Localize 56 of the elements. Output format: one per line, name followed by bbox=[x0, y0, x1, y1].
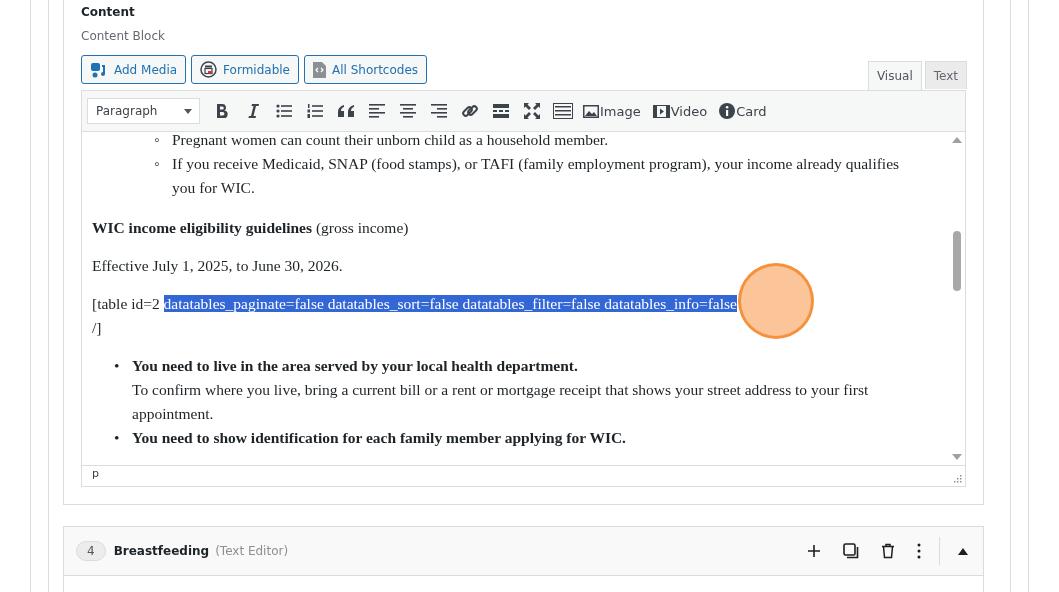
film-icon bbox=[652, 104, 670, 118]
format-dropdown[interactable]: Paragraph bbox=[87, 98, 200, 124]
paragraph: WIC income eligibility guidelines (gross income) bbox=[92, 218, 410, 238]
field-label: Content bbox=[81, 4, 136, 20]
list-item-text: To confirm where you live, bring a current bill or a rent or mortgage receipt that shows your street address to your first appointment. bbox=[132, 381, 869, 422]
block-title: Breastfeeding bbox=[113, 544, 210, 558]
add-media-button[interactable]: Add Media bbox=[81, 55, 187, 84]
media-icon bbox=[90, 61, 108, 78]
video-button[interactable]: Video bbox=[647, 96, 715, 126]
image-icon bbox=[583, 104, 599, 118]
align-icon bbox=[399, 104, 416, 118]
block-type: (Text Editor) bbox=[215, 544, 289, 558]
scroll-up-icon bbox=[951, 137, 962, 143]
fullscreen-icon bbox=[523, 103, 540, 119]
link-icon bbox=[460, 102, 479, 120]
list-marker: ◦ bbox=[154, 132, 161, 150]
editor-tab[interactable]: Visual bbox=[867, 61, 922, 90]
quote-icon bbox=[337, 105, 354, 117]
plus-icon[interactable] bbox=[807, 544, 821, 558]
field-description: Content Block bbox=[81, 28, 166, 44]
duplicate-icon[interactable] bbox=[843, 543, 859, 559]
list-marker: • bbox=[114, 428, 121, 448]
trash-icon[interactable] bbox=[881, 543, 895, 559]
resize-handle-icon[interactable] bbox=[953, 474, 962, 483]
info-icon bbox=[719, 103, 736, 119]
element-path: p bbox=[92, 466, 99, 482]
formidable-button[interactable]: Formidable bbox=[191, 55, 299, 84]
align-icon bbox=[430, 104, 447, 118]
collapse-icon[interactable] bbox=[958, 547, 968, 555]
card-button[interactable]: Card bbox=[714, 96, 774, 126]
shortcodes-button[interactable]: All Shortcodes bbox=[303, 55, 428, 84]
code-file-icon bbox=[312, 61, 326, 78]
shortcode-text: /] bbox=[92, 319, 102, 336]
scrollbar-thumb[interactable] bbox=[952, 231, 961, 291]
list-item-heading: You need to live in the area served by your local health department. bbox=[132, 357, 578, 374]
bullet-list-icon bbox=[275, 104, 292, 118]
numbered-list-icon bbox=[306, 104, 323, 118]
bold-icon bbox=[214, 103, 229, 119]
shortcode-text: [table id=2 bbox=[92, 295, 161, 312]
image-button[interactable]: Image bbox=[578, 96, 648, 126]
more-icon[interactable] bbox=[917, 543, 921, 559]
editor-tab[interactable]: Text bbox=[924, 61, 967, 89]
list-item-heading: You need to show identification for each family member applying for WIC. bbox=[132, 429, 626, 446]
list-marker: • bbox=[114, 356, 121, 376]
list-marker: ◦ bbox=[154, 154, 161, 174]
list-item: If you receive Medicaid, SNAP (food stamps), or TAFI (family employment program), your income already qualifies you for WIC. bbox=[172, 154, 901, 198]
read-more-icon bbox=[492, 104, 509, 118]
align-icon bbox=[368, 104, 385, 118]
keyboard-icon bbox=[552, 103, 573, 119]
selected-text: datatables_paginate=false datatables_sort=false datatables_filter=false datatables_info=false bbox=[163, 295, 737, 312]
form-icon bbox=[200, 61, 218, 78]
italic-icon bbox=[246, 103, 259, 119]
list-item: Pregnant women can count their unborn child as a household member. bbox=[172, 132, 609, 150]
paragraph: Effective July 1, 2025, to June 30, 2026. bbox=[92, 256, 344, 276]
block-number: 4 bbox=[76, 541, 106, 561]
caret-icon bbox=[184, 108, 192, 114]
